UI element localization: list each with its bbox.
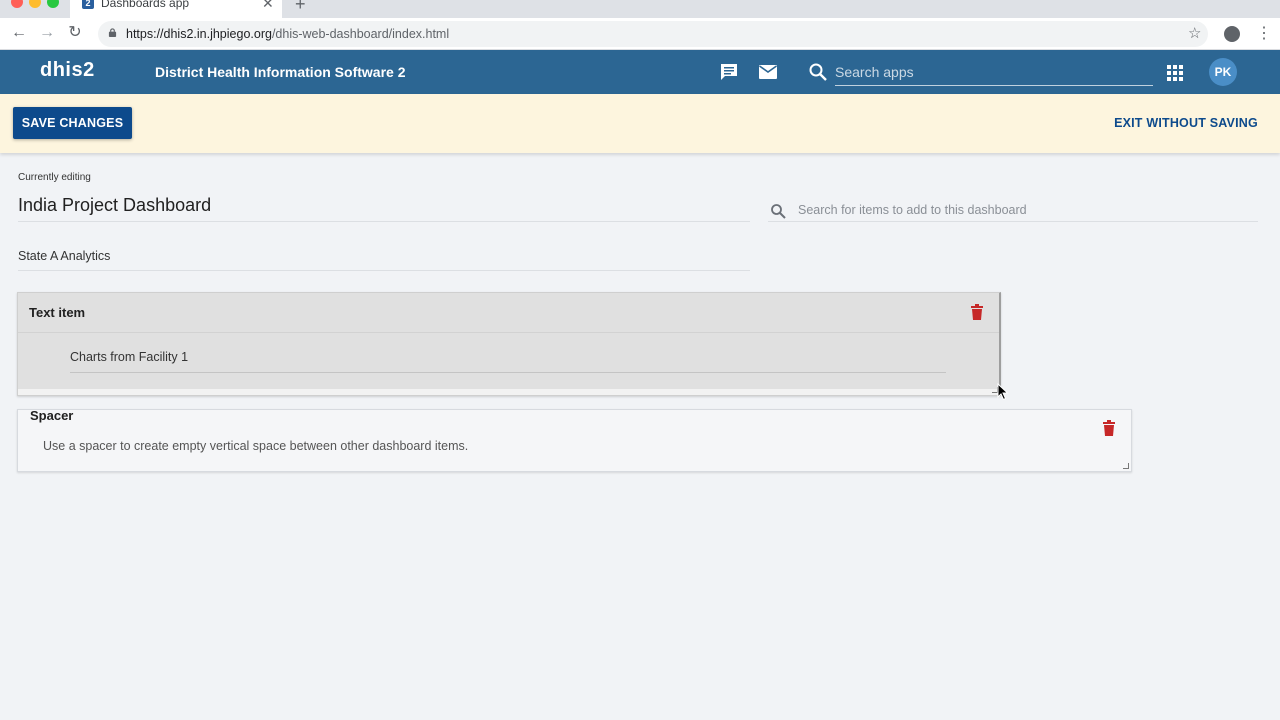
resize-handle-icon[interactable] [1123,463,1129,469]
search-icon [771,204,786,219]
window-close-button[interactable] [11,0,23,8]
trash-icon[interactable] [1102,420,1116,436]
messages-mail-icon[interactable] [758,62,778,82]
address-bar[interactable]: https://dhis2.in.jhpiego.org/dhis-web-da… [98,21,1208,47]
search-apps-icon [809,63,827,81]
item-search-input[interactable] [798,201,1248,219]
forward-arrow-icon[interactable]: → [37,23,57,43]
item-search-field[interactable] [768,199,1258,222]
dashboard-description-field[interactable]: State A Analytics [18,249,750,271]
search-apps-input[interactable] [835,60,1153,84]
reload-icon[interactable]: ↻ [65,23,85,43]
window-maximize-button[interactable] [47,0,59,8]
tab-close-icon[interactable]: ✕ [262,0,274,12]
save-changes-button[interactable]: SAVE CHANGES [13,107,132,139]
browser-menu-icon[interactable]: ⋮ [1256,23,1272,43]
text-item-header: Text item [18,293,999,333]
search-apps-field[interactable] [835,60,1153,86]
back-arrow-icon[interactable]: ← [9,23,29,43]
lock-icon [108,28,117,37]
user-avatar[interactable]: PK [1209,58,1237,86]
spacer-item-card[interactable]: Spacer Use a spacer to create empty vert… [17,408,1132,472]
mouse-cursor-icon [997,383,1009,401]
new-tab-icon[interactable]: + [295,0,306,15]
text-item-content-field[interactable]: Charts from Facility 1 [70,350,946,373]
edit-action-bar: SAVE CHANGES EXIT WITHOUT SAVING [0,94,1280,153]
apps-grid-icon[interactable] [1167,65,1183,81]
window-minimize-button[interactable] [29,0,41,8]
dashboard-title-field[interactable]: India Project Dashboard [18,195,750,222]
url-text: https://dhis2.in.jhpiego.org/dhis-web-da… [126,27,449,41]
browser-toolbar: ← → ↻ https://dhis2.in.jhpiego.org/dhis-… [0,18,1280,50]
spacer-item-description: Use a spacer to create empty vertical sp… [43,439,469,453]
dhis2-logo[interactable]: dhis2 [40,59,95,82]
dhis2-header-bar: dhis2 District Health Information Softwa… [0,50,1280,94]
url-host: https://dhis2.in.jhpiego.org [126,27,272,41]
text-item-card[interactable]: Text item Charts from Facility 1 [17,292,1001,396]
url-path: /dhis-web-dashboard/index.html [271,27,450,41]
currently-editing-label: Currently editing [18,172,91,183]
tab-title: Dashboards app [101,0,190,10]
spacer-item-title: Spacer [30,408,74,423]
dhis2-favicon-icon: 2 [82,0,94,9]
text-item-title: Text item [29,305,86,320]
bookmark-star-icon[interactable]: ☆ [1188,24,1201,42]
browser-tab-strip: 2 Dashboards app ✕ + [0,0,1280,18]
browser-tab-dashboards[interactable]: 2 Dashboards app ✕ [70,0,282,18]
app-title: District Health Information Software 2 [155,64,406,80]
interpretations-chat-icon[interactable] [719,62,739,82]
trash-icon[interactable] [970,304,984,320]
exit-without-saving-button[interactable]: EXIT WITHOUT SAVING [1110,107,1262,139]
browser-profile-icon[interactable] [1224,26,1240,42]
text-item-footer [18,389,999,395]
